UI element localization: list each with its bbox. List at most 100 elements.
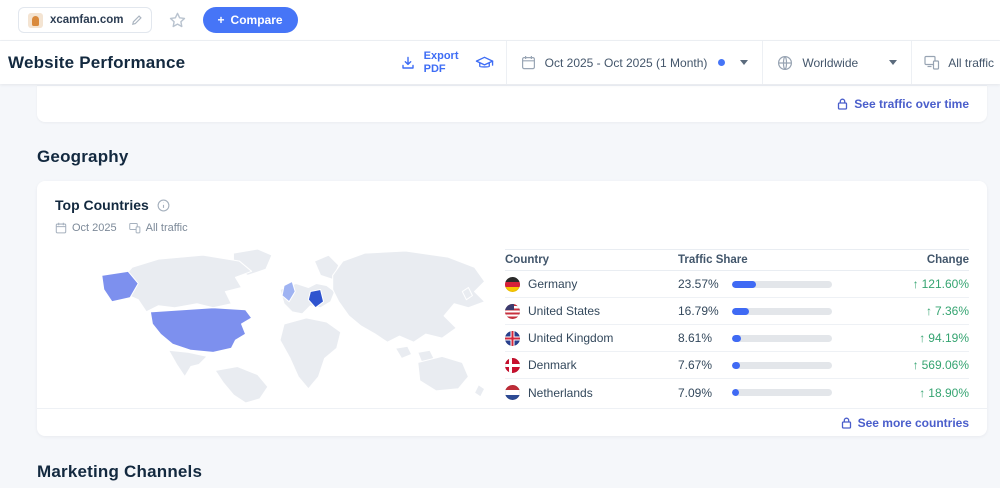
top-countries-card: Top Countries Oct 2025 [37, 181, 987, 436]
edit-pencil-icon[interactable] [131, 15, 142, 26]
column-header-traffic-share: Traffic Share [678, 254, 874, 266]
traffic-filter-value: All traffic [948, 56, 994, 70]
card-traffic-filter: All traffic [146, 222, 188, 234]
country-name: Netherlands [528, 386, 593, 400]
country-flag-icon [505, 331, 520, 346]
globe-icon [777, 55, 793, 71]
top-countries-subtitle: Oct 2025 All traffic [55, 222, 188, 234]
country-row[interactable]: Netherlands 7.09% ↑18.90% [505, 379, 969, 406]
page-content: See traffic over time Geography Top Coun… [0, 84, 1000, 488]
see-more-countries-label: See more countries [858, 416, 969, 430]
marketing-channels-heading: Marketing Channels [37, 462, 202, 482]
top-bar: xcamfan.com + Compare [0, 0, 1000, 41]
calendar-icon [521, 55, 536, 70]
traffic-share-bar-track [732, 362, 832, 369]
devices-icon [924, 55, 940, 70]
map-indonesia [395, 346, 411, 358]
up-arrow-icon: ↑ [919, 386, 925, 400]
country-cell: United States [505, 304, 678, 319]
up-arrow-icon: ↑ [913, 277, 919, 291]
top-countries-footer: See more countries [37, 408, 987, 436]
region-value: Worldwide [802, 56, 858, 70]
country-cell: United Kingdom [505, 331, 678, 346]
date-indicator-dot [718, 59, 725, 66]
traffic-share-bar-track [732, 335, 832, 342]
map-africa [280, 318, 341, 389]
chevron-down-icon [740, 60, 748, 65]
map-australia [418, 356, 469, 390]
column-header-change: Change [874, 254, 969, 266]
traffic-share-bar-fill [732, 362, 740, 369]
see-traffic-over-time-label: See traffic over time [854, 97, 969, 111]
map-united-states-highlight [150, 308, 251, 353]
plus-icon: + [218, 13, 225, 27]
world-map [59, 247, 499, 405]
traffic-share-value: 7.09% [678, 386, 724, 400]
domain-chip[interactable]: xcamfan.com [18, 7, 152, 33]
country-row[interactable]: Germany 23.57% ↑121.60% [505, 271, 969, 298]
map-asia [333, 251, 485, 342]
traffic-card-footer: See traffic over time [37, 85, 987, 122]
country-cell: Denmark [505, 358, 678, 373]
country-row[interactable]: Denmark 7.67% ↑569.06% [505, 352, 969, 379]
geography-heading: Geography [37, 147, 129, 167]
traffic-share-cell: 16.79% [678, 304, 874, 318]
traffic-filter-dropdown[interactable]: All traffic [911, 41, 1000, 84]
change-cell: ↑121.60% [874, 277, 969, 291]
date-range-value: Oct 2025 - Oct 2025 (1 Month) [545, 56, 708, 70]
download-icon [401, 56, 415, 70]
country-row[interactable]: United States 16.79% ↑7.36% [505, 298, 969, 325]
change-value: 94.19% [928, 331, 969, 345]
region-dropdown[interactable]: Worldwide [762, 41, 911, 84]
info-icon[interactable] [157, 199, 170, 212]
see-more-countries-link[interactable]: See more countries [841, 416, 969, 430]
compare-button[interactable]: + Compare [203, 7, 298, 33]
traffic-share-bar-fill [732, 335, 741, 342]
traffic-share-value: 8.61% [678, 331, 724, 345]
country-name: Denmark [528, 358, 577, 372]
favorite-star-icon[interactable] [168, 11, 187, 30]
country-flag-icon [505, 358, 520, 373]
devices-icon [129, 222, 141, 234]
change-cell: ↑18.90% [874, 386, 969, 400]
date-range-dropdown[interactable]: Oct 2025 - Oct 2025 (1 Month) [506, 41, 763, 84]
up-arrow-icon: ↑ [919, 331, 925, 345]
country-row[interactable]: United Kingdom 8.61% ↑94.19% [505, 325, 969, 352]
map-mexico [169, 350, 207, 376]
traffic-share-bar-fill [732, 389, 739, 396]
traffic-share-value: 7.67% [678, 358, 724, 372]
lock-icon [837, 98, 848, 110]
traffic-share-bar-track [732, 308, 832, 315]
up-arrow-icon: ↑ [926, 304, 932, 318]
country-flag-icon [505, 385, 520, 400]
map-canada [120, 255, 252, 312]
traffic-share-cell: 7.09% [678, 386, 874, 400]
map-south-america [215, 367, 268, 403]
traffic-share-cell: 7.67% [678, 358, 874, 372]
up-arrow-icon: ↑ [913, 358, 919, 372]
traffic-share-bar-fill [732, 281, 756, 288]
traffic-share-bar-track [732, 281, 832, 288]
export-pdf-label: Export PDF [424, 50, 464, 75]
domain-name: xcamfan.com [50, 14, 124, 26]
education-hat-icon[interactable] [475, 55, 494, 71]
change-value: 18.90% [928, 386, 969, 400]
page-header: Website Performance Export PDF [0, 41, 1000, 84]
export-pdf-button[interactable]: Export PDF [389, 41, 506, 84]
country-cell: Netherlands [505, 385, 678, 400]
top-countries-title-row: Top Countries [55, 197, 170, 213]
change-value: 7.36% [935, 304, 969, 318]
page-title: Website Performance [8, 53, 185, 73]
country-name: United Kingdom [528, 331, 613, 345]
traffic-share-value: 23.57% [678, 277, 724, 291]
change-cell: ↑569.06% [874, 358, 969, 372]
see-traffic-over-time-link[interactable]: See traffic over time [837, 97, 969, 111]
country-cell: Germany [505, 277, 678, 292]
compare-label: Compare [231, 13, 283, 27]
change-value: 121.60% [922, 277, 969, 291]
traffic-share-bar-fill [732, 308, 749, 315]
top-countries-table: Country Traffic Share Change Germany 23.… [505, 249, 969, 406]
lock-icon [841, 417, 852, 429]
top-countries-title: Top Countries [55, 197, 149, 213]
country-flag-icon [505, 277, 520, 292]
